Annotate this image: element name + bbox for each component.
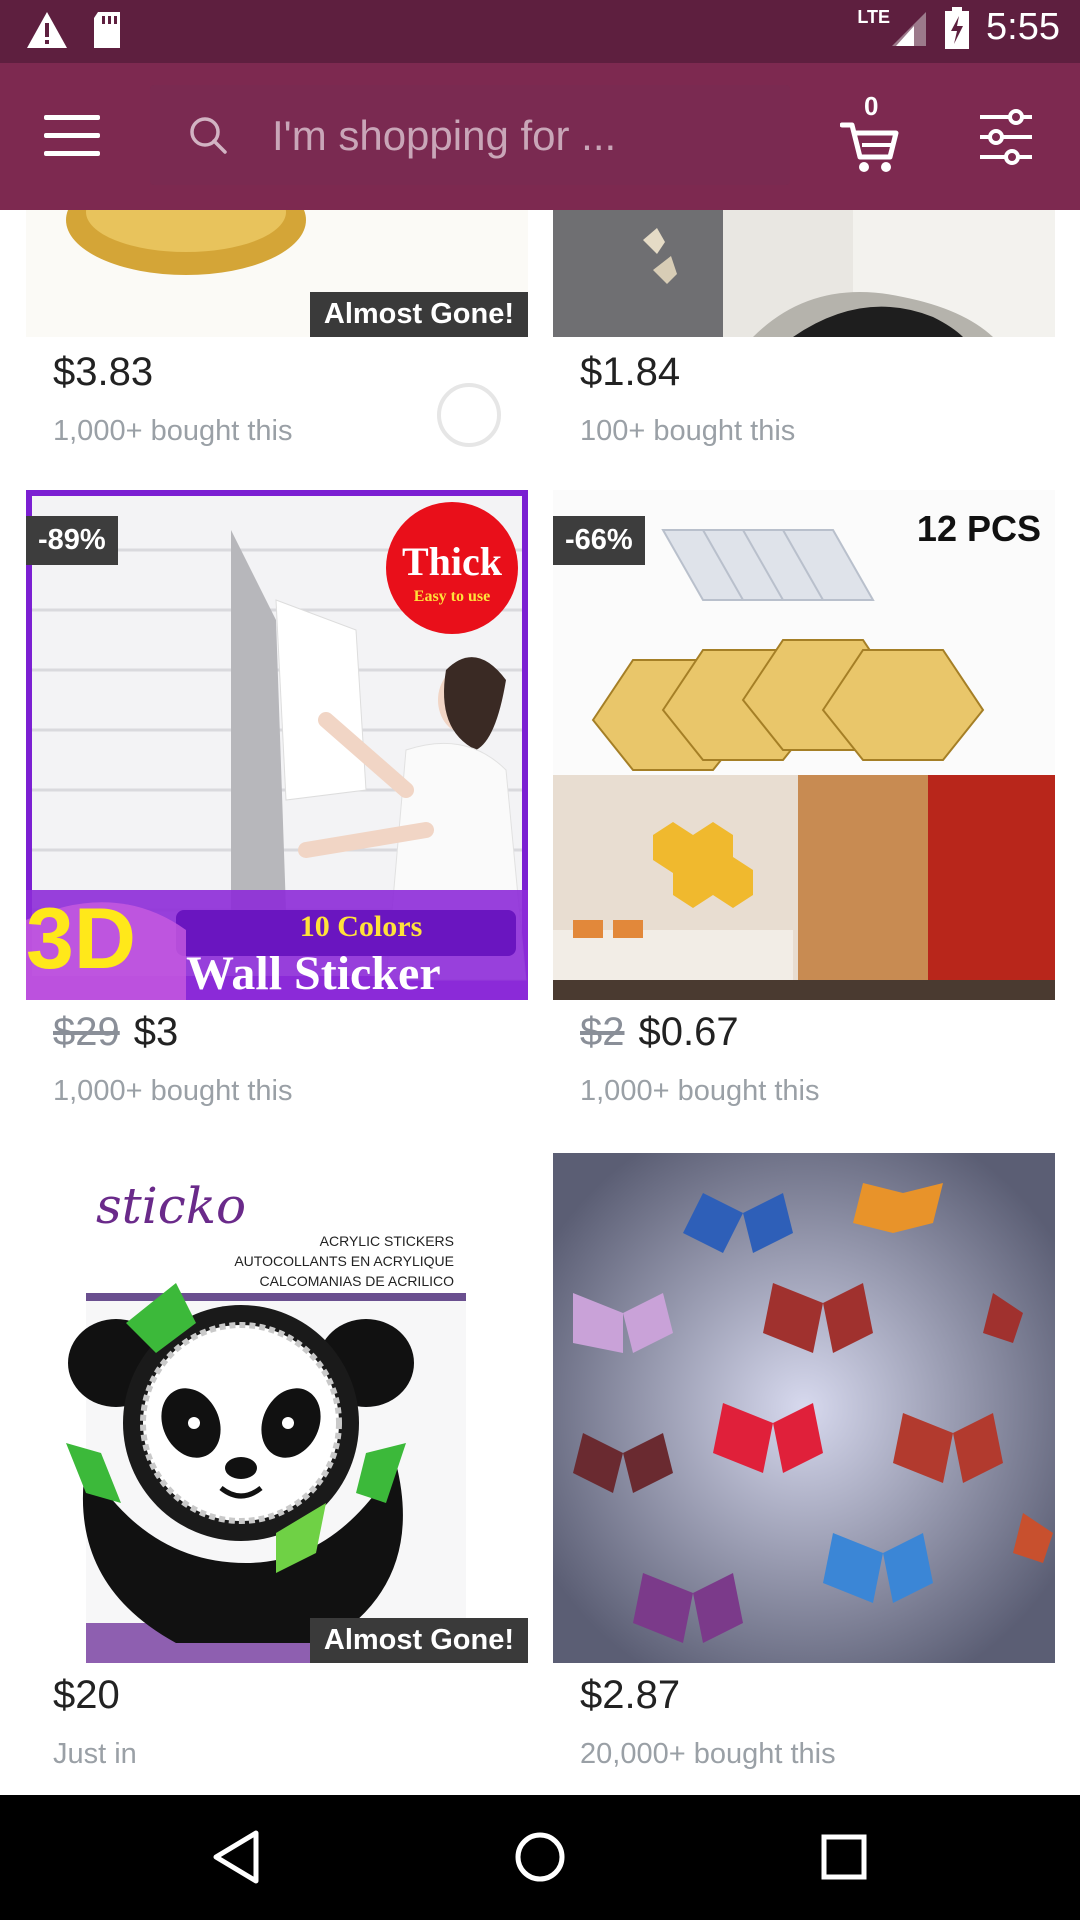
app-toolbar: 0 — [0, 63, 1080, 210]
menu-button[interactable] — [44, 115, 100, 157]
recents-button[interactable] — [812, 1825, 876, 1889]
product-sold-count: 100+ bought this — [580, 415, 796, 447]
battery-icon — [945, 6, 970, 49]
cart-button[interactable]: 0 — [840, 91, 900, 172]
product-card[interactable]: $1.84 100+ bought this — [553, 210, 1055, 510]
product-image: 12 PCS -66% — [553, 490, 1055, 1000]
acrylic-line-3: CALCOMANIAS DE ACRILICO — [259, 1273, 455, 1289]
product-image: Thick Easy to use 10 Colors 3D Wall Stic… — [26, 490, 528, 1000]
cart-icon — [840, 122, 899, 172]
search-bar[interactable] — [150, 85, 790, 185]
menu-icon — [44, 115, 100, 156]
3d-label: 3D — [26, 891, 136, 987]
filter-button[interactable] — [978, 109, 1034, 165]
product-image — [553, 1153, 1055, 1663]
sd-card-icon — [94, 12, 120, 48]
product-price: $2.87 — [580, 1673, 681, 1717]
colors-label: 10 Colors — [299, 910, 423, 943]
loading-spinner — [437, 383, 501, 447]
product-card[interactable]: 12 PCS -66% $2 $0.67 1,000+ bought this — [553, 490, 1055, 1130]
product-sold-count: 1,000+ bought this — [580, 1075, 820, 1107]
product-price: $29 $3 — [53, 1010, 179, 1054]
network-type: LTE — [857, 7, 891, 27]
product-price: $20 — [53, 1673, 120, 1717]
signal-icon — [892, 11, 927, 46]
product-card[interactable]: $2.87 20,000+ bought this — [553, 1153, 1055, 1793]
original-price: $29 — [53, 1010, 120, 1054]
clock: 5:55 — [986, 6, 1060, 48]
original-price: $2 — [580, 1010, 625, 1054]
discount-badge: -66% — [553, 516, 645, 565]
search-input[interactable] — [270, 107, 774, 165]
thick-label: Thick — [401, 539, 503, 584]
acrylic-line-2: AUTOCOLLANTS EN ACRYLIQUE — [234, 1253, 454, 1269]
back-icon — [213, 1830, 259, 1884]
home-icon — [515, 1832, 565, 1882]
product-sold-count: Just in — [53, 1738, 137, 1770]
product-card[interactable]: Almost Gone! $3.83 1,000+ bought this — [26, 210, 528, 510]
product-card[interactable]: sticko ACRYLIC STICKERS AUTOCOLLANTS EN … — [26, 1153, 528, 1793]
product-image: sticko ACRYLIC STICKERS AUTOCOLLANTS EN … — [26, 1153, 528, 1663]
easy-label: Easy to use — [413, 588, 491, 605]
filter-icon — [980, 109, 1032, 165]
product-grid: Almost Gone! $3.83 1,000+ bought this $1… — [0, 210, 1080, 1795]
discount-badge: -89% — [26, 516, 118, 565]
product-image — [553, 210, 1055, 337]
product-price: $3.83 — [53, 350, 154, 394]
status-bar: LTE 5:55 — [0, 0, 1080, 63]
search-icon — [190, 117, 227, 154]
back-button[interactable] — [206, 1825, 270, 1889]
warning-icon — [27, 12, 67, 48]
product-price: $1.84 — [580, 350, 681, 394]
product-price: $2 $0.67 — [580, 1010, 739, 1054]
product-sold-count: 20,000+ bought this — [580, 1738, 836, 1770]
product-sold-count: 1,000+ bought this — [53, 1075, 293, 1107]
wall-sticker-label: Wall Sticker — [186, 947, 441, 1000]
almost-gone-badge: Almost Gone! — [309, 292, 528, 337]
almost-gone-badge: Almost Gone! — [309, 1618, 528, 1663]
pcs-label: 12 PCS — [916, 508, 1041, 549]
acrylic-line-1: ACRYLIC STICKERS — [319, 1233, 454, 1249]
product-image: Almost Gone! — [26, 210, 528, 337]
product-card[interactable]: Thick Easy to use 10 Colors 3D Wall Stic… — [26, 490, 528, 1130]
brand-label: sticko — [96, 1177, 247, 1235]
system-nav-bar — [0, 1795, 1080, 1920]
recents-icon — [821, 1834, 867, 1880]
home-button[interactable] — [508, 1825, 572, 1889]
product-sold-count: 1,000+ bought this — [53, 415, 293, 447]
